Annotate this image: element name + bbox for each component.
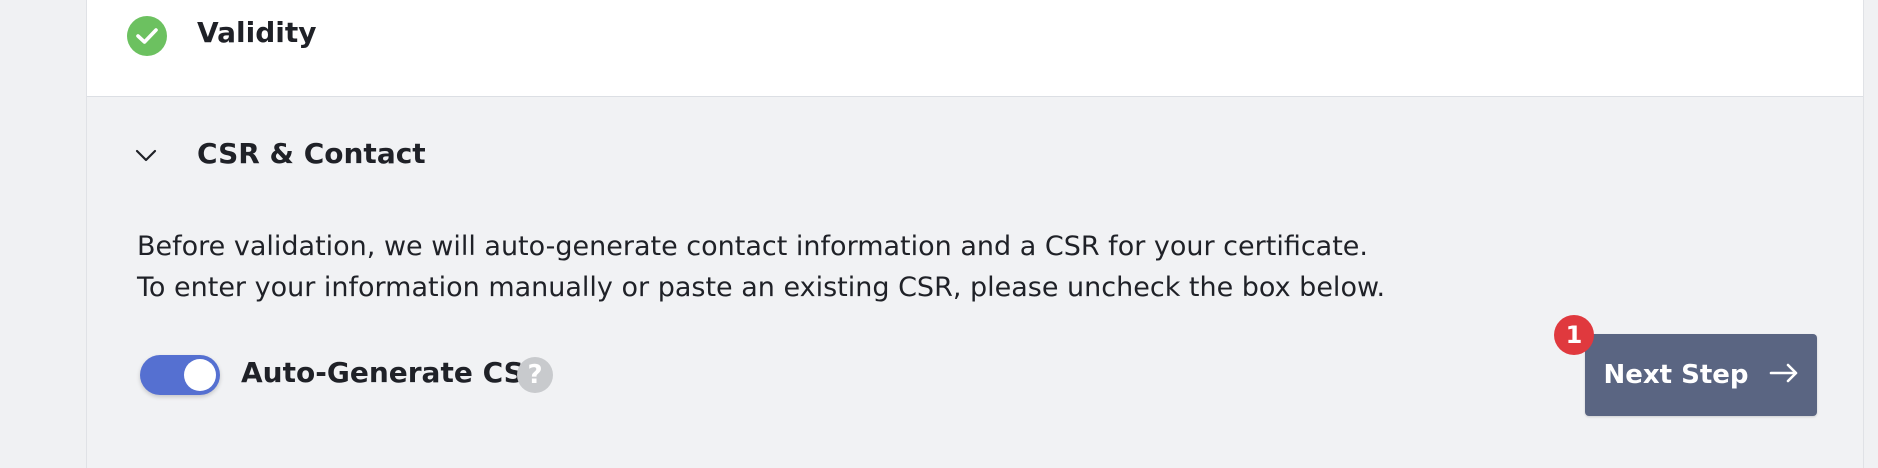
next-step-button[interactable]: Next Step [1585, 334, 1817, 416]
step-csr-contact-title: CSR & Contact [197, 137, 426, 170]
help-icon[interactable]: ? [517, 357, 553, 393]
next-step-label: Next Step [1603, 360, 1749, 390]
certificate-steps-panel: Validity CSR & Contact Before validation… [86, 0, 1864, 468]
auto-generate-csr-toggle[interactable] [140, 355, 220, 395]
chevron-down-icon[interactable] [135, 148, 157, 162]
auto-generate-csr-label: Auto-Generate CSR [241, 356, 546, 389]
check-circle-icon [127, 16, 167, 56]
csr-description-line: To enter your information manually or pa… [137, 272, 1386, 303]
toggle-knob [184, 359, 216, 391]
step-validity[interactable]: Validity [87, 0, 1863, 97]
csr-description: Before validation, we will auto-generate… [137, 226, 1385, 308]
step-validity-title: Validity [197, 16, 317, 49]
csr-description-line: Before validation, we will auto-generate… [137, 231, 1369, 262]
arrow-right-icon [1769, 360, 1799, 390]
step-number-badge: 1 [1554, 315, 1594, 355]
